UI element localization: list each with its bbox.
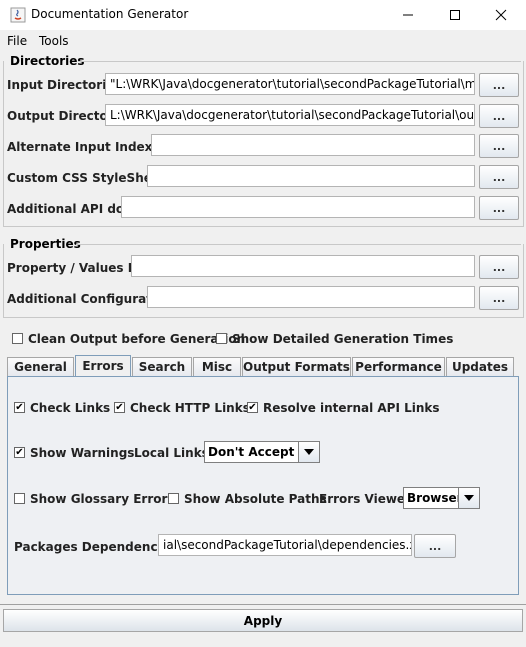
- menu-file[interactable]: File: [7, 34, 27, 48]
- menu-tools[interactable]: Tools: [39, 34, 69, 48]
- errors-viewer-value: Browser: [407, 491, 458, 505]
- show-times-label: Show Detailed Generation Times: [232, 332, 454, 346]
- tab-misc[interactable]: Misc: [193, 357, 241, 376]
- custom-css-label: Custom CSS StyleSheet: [7, 171, 166, 185]
- window-title: Documentation Generator: [31, 7, 189, 21]
- resolve-internal-checkbox[interactable]: ✔: [247, 402, 258, 413]
- checkmark-icon: ✔: [248, 401, 257, 413]
- tab-output-formats[interactable]: Output Formats: [242, 357, 351, 376]
- tab-performance[interactable]: Performance: [352, 357, 445, 376]
- show-glossary-errors-checkbox[interactable]: [14, 493, 25, 504]
- tab-search[interactable]: Search: [132, 357, 192, 376]
- additional-api-field[interactable]: [121, 196, 475, 218]
- maximize-icon[interactable]: [432, 0, 478, 30]
- clean-output-label: Clean Output before Generation: [28, 332, 246, 346]
- input-directories-field[interactable]: "L:\WRK\Java\docgenerator\tutorial\secon…: [105, 73, 475, 95]
- additional-api-label: Additional API docs: [7, 202, 139, 216]
- show-absolute-paths-label: Show Absolute Paths: [184, 492, 327, 506]
- checkmark-icon: ✔: [115, 401, 124, 413]
- tab-errors[interactable]: Errors: [75, 355, 131, 376]
- minimize-icon[interactable]: [385, 0, 431, 30]
- menu-bar: [0, 31, 526, 51]
- tab-updates[interactable]: Updates: [446, 357, 514, 376]
- check-links-checkbox[interactable]: ✔: [14, 402, 25, 413]
- additional-config-browse-button[interactable]: ...: [479, 286, 519, 310]
- show-warnings-label: Show Warnings: [30, 446, 135, 460]
- packages-dependencies-field[interactable]: ial\secondPackageTutorial\dependencies.x…: [158, 534, 412, 556]
- show-absolute-paths-checkbox[interactable]: [168, 493, 179, 504]
- packages-dependencies-browse-button[interactable]: ...: [414, 534, 456, 558]
- java-app-icon: [10, 7, 26, 23]
- output-directory-field[interactable]: L:\WRK\Java\docgenerator\tutorial\second…: [105, 104, 475, 126]
- checkmark-icon: ✔: [15, 446, 24, 458]
- local-links-select[interactable]: Don't Accept: [204, 441, 320, 463]
- show-glossary-errors-label: Show Glossary Errors: [30, 492, 175, 506]
- local-links-value: Don't Accept: [208, 445, 295, 459]
- property-values-field[interactable]: [131, 255, 475, 277]
- additional-api-browse-button[interactable]: ...: [479, 196, 519, 220]
- resolve-internal-label: Resolve internal API Links: [263, 401, 440, 415]
- chevron-down-icon[interactable]: [298, 442, 319, 462]
- check-http-links-checkbox[interactable]: ✔: [114, 402, 125, 413]
- check-http-links-label: Check HTTP Links: [130, 401, 250, 415]
- bottom-divider: [0, 604, 526, 605]
- custom-css-browse-button[interactable]: ...: [479, 165, 519, 189]
- packages-dependencies-label: Packages Dependencies: [14, 540, 177, 554]
- local-links-label: Local Links: [134, 446, 209, 460]
- close-icon[interactable]: [478, 0, 524, 30]
- check-links-label: Check Links: [30, 401, 111, 415]
- apply-button[interactable]: Apply: [3, 609, 523, 632]
- show-times-checkbox[interactable]: [216, 333, 227, 344]
- custom-css-field[interactable]: [147, 165, 475, 187]
- checkmark-icon: ✔: [15, 401, 24, 413]
- show-warnings-checkbox[interactable]: ✔: [14, 447, 25, 458]
- clean-output-checkbox[interactable]: [12, 333, 23, 344]
- chevron-down-icon[interactable]: [458, 488, 479, 508]
- errors-viewer-select[interactable]: Browser: [403, 487, 480, 509]
- additional-config-field[interactable]: [147, 286, 475, 308]
- alternate-index-field[interactable]: [151, 134, 475, 156]
- property-values-browse-button[interactable]: ...: [479, 255, 519, 279]
- output-directory-browse-button[interactable]: ...: [479, 104, 519, 128]
- input-directories-browse-button[interactable]: ...: [479, 73, 519, 97]
- tab-general[interactable]: General: [7, 357, 74, 376]
- alternate-index-browse-button[interactable]: ...: [479, 134, 519, 158]
- errors-viewer-label: Errors Viewer: [319, 492, 411, 506]
